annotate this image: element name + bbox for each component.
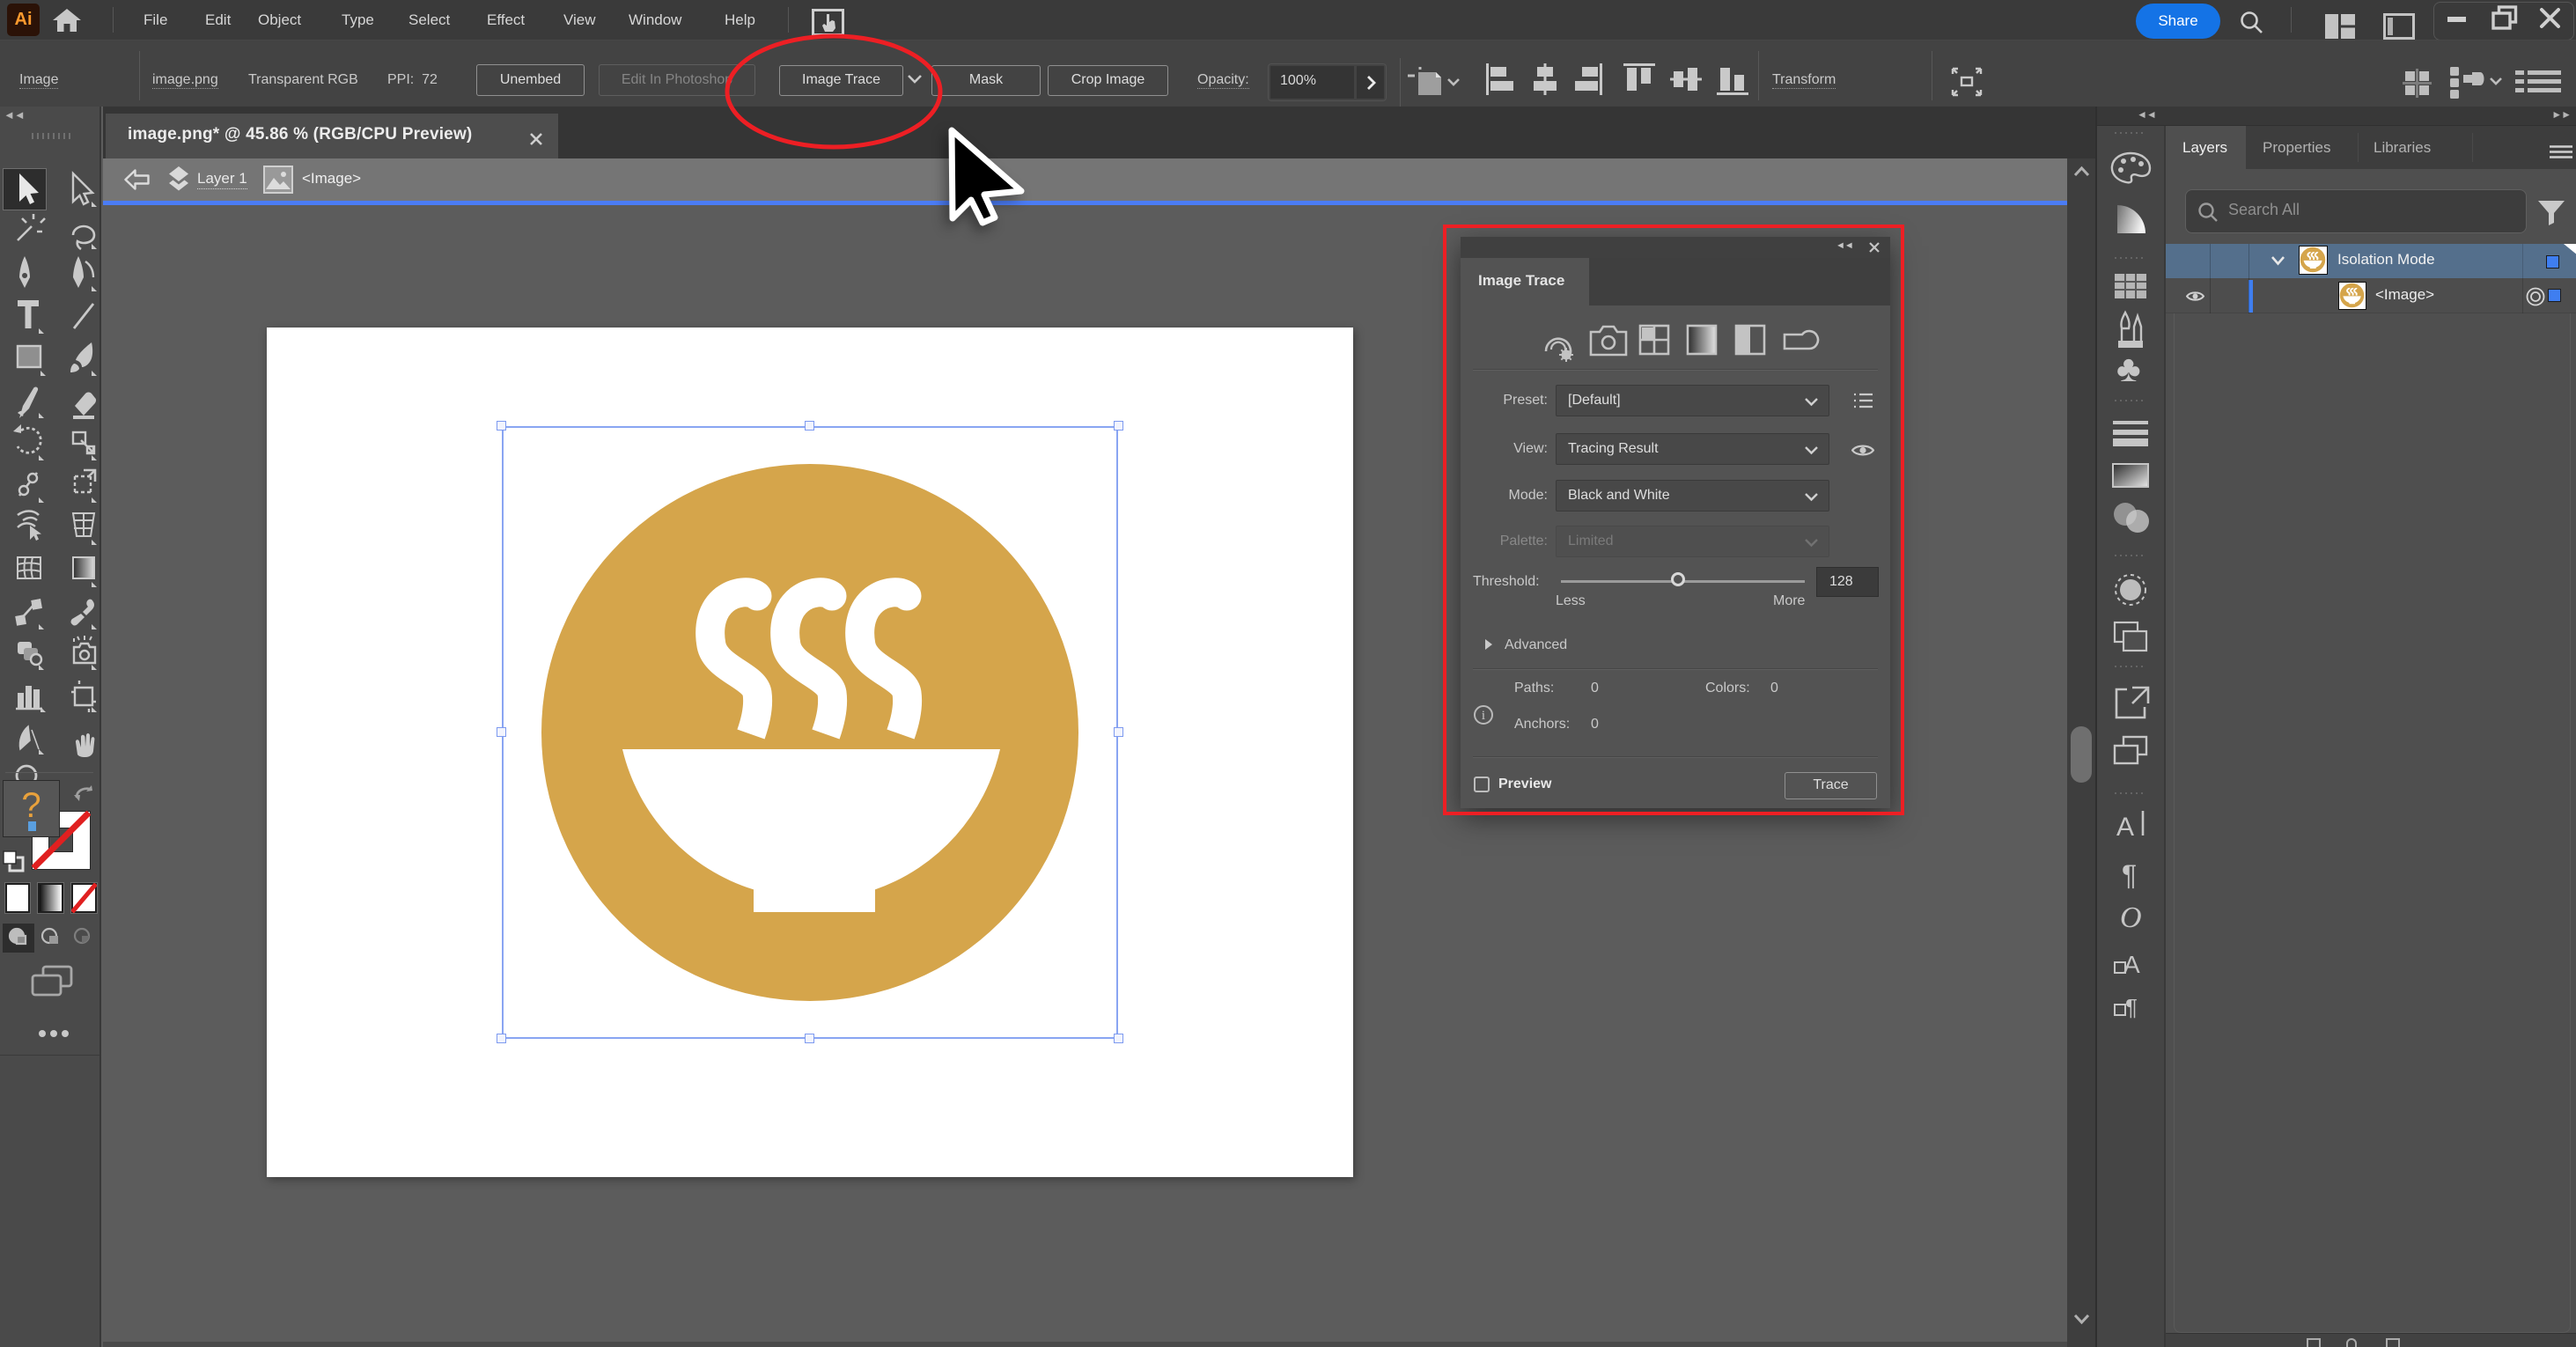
svg-text:¶: ¶	[2122, 859, 2137, 891]
svg-text:A: A	[2116, 813, 2134, 842]
svg-text:♣: ♣	[2116, 348, 2141, 389]
svg-text:¶: ¶	[2125, 994, 2138, 1020]
svg-text:O: O	[2120, 902, 2142, 934]
